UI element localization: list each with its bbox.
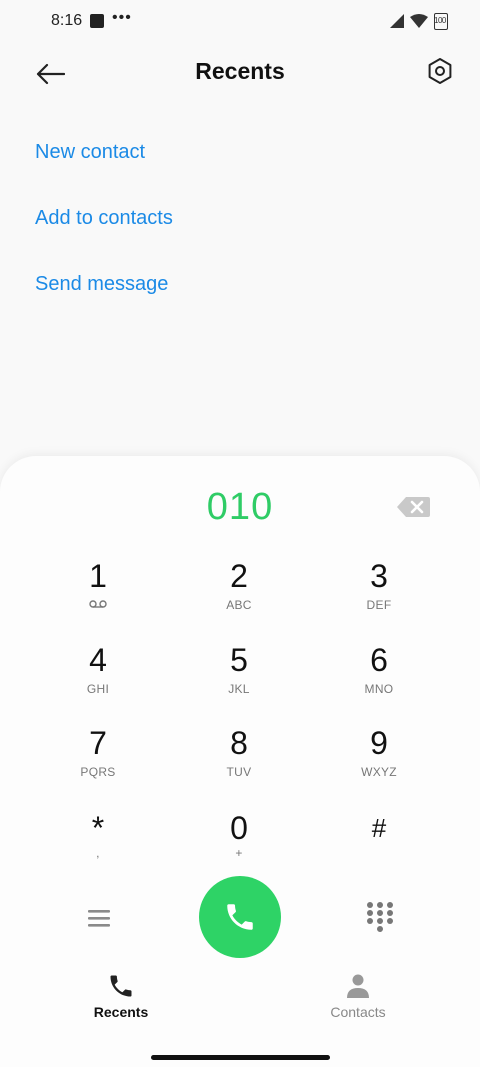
key-digit: 1 <box>89 558 107 594</box>
tab-label: Recents <box>93 1004 149 1020</box>
settings-button[interactable] <box>422 53 458 89</box>
call-button[interactable] <box>199 876 281 958</box>
key-digit: 8 <box>230 725 248 761</box>
tab-recents[interactable]: Recents <box>51 972 191 1020</box>
backspace-icon <box>397 497 430 517</box>
status-time: 8:16 <box>51 12 83 29</box>
key-4[interactable]: 4 GHI <box>38 640 158 710</box>
key-letters: ABC <box>226 598 252 612</box>
more-notifications-indicator: ••• <box>112 9 132 26</box>
key-digit: 4 <box>89 642 107 678</box>
person-icon <box>347 974 369 998</box>
add-to-contacts-link[interactable]: Add to contacts <box>35 207 173 230</box>
home-indicator <box>151 1055 330 1060</box>
key-letters: DEF <box>366 598 392 612</box>
key-0[interactable]: 0 + <box>179 808 299 878</box>
key-letters: , <box>96 846 100 860</box>
key-star[interactable]: * , <box>38 808 158 878</box>
key-digit: 9 <box>370 725 388 761</box>
key-letters: + <box>235 846 243 860</box>
key-digit: 0 <box>230 810 248 846</box>
key-letters: PQRS <box>80 765 116 779</box>
key-letters: GHI <box>86 682 110 696</box>
key-5[interactable]: 5 JKL <box>179 640 299 710</box>
key-digit: 5 <box>230 642 248 678</box>
key-letters: MNO <box>364 682 394 696</box>
key-digit: * <box>91 810 105 846</box>
tab-contacts[interactable]: Contacts <box>288 972 428 1020</box>
key-7[interactable]: 7 PQRS <box>38 723 158 793</box>
status-bar: 8:16 ••• 100 <box>0 0 480 44</box>
key-digit: 3 <box>370 558 388 594</box>
new-contact-link[interactable]: New contact <box>35 141 145 164</box>
cellular-signal-icon <box>390 14 404 28</box>
battery-level: 100 <box>434 15 446 25</box>
page-title: Recents <box>195 58 285 84</box>
key-letters: WXYZ <box>361 765 397 779</box>
notification-square-icon <box>90 14 104 28</box>
phone-icon <box>227 904 253 930</box>
key-digit: 2 <box>230 558 248 594</box>
dialpad-toggle-button[interactable] <box>364 900 396 936</box>
key-2[interactable]: 2 ABC <box>179 556 299 626</box>
key-letters: JKL <box>228 682 250 696</box>
status-icons: 100 <box>390 12 448 30</box>
key-digit: # <box>371 813 387 843</box>
key-6[interactable]: 6 MNO <box>319 640 439 710</box>
voicemail-icon <box>89 596 107 612</box>
wifi-icon <box>410 14 428 28</box>
key-3[interactable]: 3 DEF <box>319 556 439 626</box>
header: Recents <box>0 44 480 100</box>
phone-icon <box>110 975 132 997</box>
send-message-link[interactable]: Send message <box>35 273 168 296</box>
key-digit: 7 <box>89 725 107 761</box>
dialpad-icon <box>367 902 393 932</box>
key-1[interactable]: 1 <box>38 556 158 626</box>
menu-icon <box>88 910 110 927</box>
menu-button[interactable] <box>84 904 116 932</box>
key-letters: TUV <box>226 765 252 779</box>
dialer-controls <box>0 876 480 960</box>
key-8[interactable]: 8 TUV <box>179 723 299 793</box>
key-9[interactable]: 9 WXYZ <box>319 723 439 793</box>
backspace-button[interactable] <box>396 495 432 519</box>
battery-icon: 100 <box>434 12 448 30</box>
tab-label: Contacts <box>330 1004 386 1020</box>
bottom-nav: Recents Contacts <box>0 972 480 1032</box>
hexagon-settings-icon <box>428 58 452 84</box>
key-hash[interactable]: # <box>319 808 439 878</box>
key-digit: 6 <box>370 642 388 678</box>
